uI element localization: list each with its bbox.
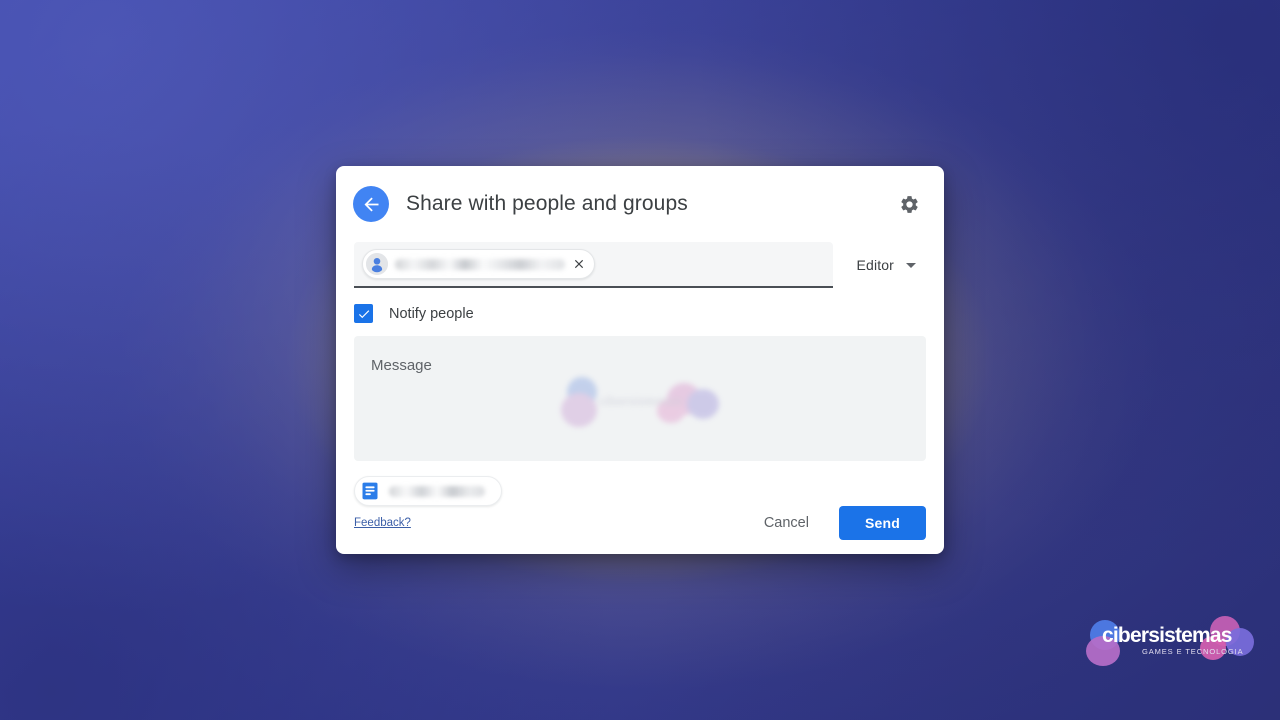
message-watermark-text: cibersistemas xyxy=(598,393,682,409)
gear-icon xyxy=(900,195,918,213)
avatar xyxy=(366,253,388,275)
message-watermark: cibersistemas xyxy=(545,373,735,429)
checkmark-icon xyxy=(358,309,369,318)
recipient-email xyxy=(395,258,565,270)
send-button[interactable]: Send xyxy=(838,506,926,540)
dialog-footer: Feedback? Cancel Send xyxy=(336,492,944,554)
recipient-chip[interactable] xyxy=(362,249,595,279)
cancel-button[interactable]: Cancel xyxy=(750,507,823,539)
share-dialog: Share with people and groups Editor Noti… xyxy=(336,166,944,554)
person-icon xyxy=(366,253,388,275)
notify-people-label: Notify people xyxy=(389,305,474,322)
chevron-down-icon xyxy=(906,262,916,268)
back-button[interactable] xyxy=(353,186,389,222)
role-value: Editor xyxy=(856,257,894,273)
notify-people-row[interactable]: Notify people xyxy=(336,288,944,323)
recipient-row: Editor xyxy=(336,242,944,288)
page-title: Share with people and groups xyxy=(406,192,688,215)
arrow-left-icon xyxy=(364,197,378,211)
message-placeholder: Message xyxy=(371,357,432,374)
recipient-input[interactable] xyxy=(354,242,833,288)
close-icon xyxy=(574,259,584,269)
message-textarea[interactable]: Message cibersistemas xyxy=(354,336,926,461)
remove-recipient-button[interactable] xyxy=(571,256,587,272)
dialog-header: Share with people and groups xyxy=(336,166,944,242)
footer-actions: Cancel Send xyxy=(750,506,926,540)
notify-people-checkbox[interactable] xyxy=(354,304,373,323)
role-dropdown[interactable]: Editor xyxy=(843,242,926,288)
feedback-link[interactable]: Feedback? xyxy=(354,517,411,529)
settings-button[interactable] xyxy=(894,189,924,219)
